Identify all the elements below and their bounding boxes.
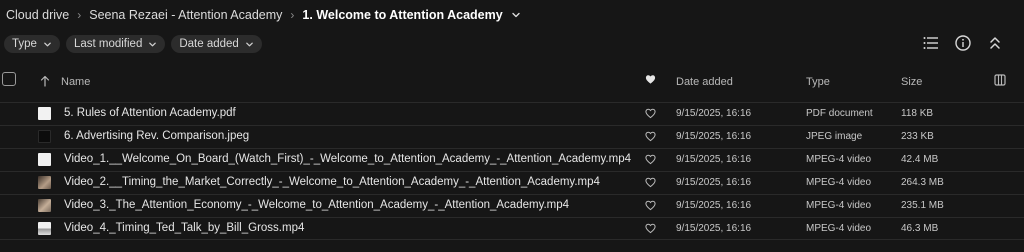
file-name: Video_2.__Timing_the_Market_Correctly_-_… [64,176,600,188]
column-header-name[interactable]: Name [61,76,90,88]
chevron-down-icon [149,42,157,46]
table-row[interactable]: Video_2.__Timing_the_Market_Correctly_-_… [0,171,1024,194]
file-size: 118 KB [901,108,934,119]
columns-settings-icon[interactable] [994,74,1006,89]
file-list: 5. Rules of Attention Academy.pdf 9/15/2… [0,102,1024,240]
table-row[interactable]: Video_3._The_Attention_Economy_-_Welcome… [0,194,1024,217]
filter-last-modified-button[interactable]: Last modified [65,35,166,53]
file-type: JPEG image [806,131,863,142]
file-type: MPEG-4 video [806,223,872,234]
file-name: 5. Rules of Attention Academy.pdf [64,107,236,119]
heart-outline-icon[interactable] [645,131,656,145]
file-size: 46.3 MB [901,223,939,234]
video-thumbnail [38,222,51,235]
heart-outline-icon[interactable] [645,154,656,168]
breadcrumb-folder[interactable]: Seena Rezaei - Attention Academy [89,8,282,22]
file-date-added: 9/15/2025, 16:16 [676,223,752,234]
file-name: Video_3._The_Attention_Economy_-_Welcome… [64,199,570,211]
filter-bar: Type Last modified Date added [4,35,262,53]
heart-outline-icon[interactable] [645,108,656,122]
chevron-down-icon [44,42,51,46]
file-name: Video_4._Timing_Ted_Talk_by_Bill_Gross.m… [64,222,305,234]
file-size: 42.4 MB [901,154,939,165]
heart-outline-icon[interactable] [645,223,656,237]
chevron-right-icon: › [290,8,295,22]
chevron-down-icon [245,42,253,46]
file-date-added: 9/15/2025, 16:16 [676,108,752,119]
breadcrumb-current-folder[interactable]: 1. Welcome to Attention Academy [302,8,502,22]
list-view-icon[interactable] [922,34,940,52]
table-row[interactable]: 5. Rules of Attention Academy.pdf 9/15/2… [0,102,1024,125]
breadcrumb-cloud-drive[interactable]: Cloud drive [6,8,69,22]
file-date-added: 9/15/2025, 16:16 [676,154,752,165]
file-date-added: 9/15/2025, 16:16 [676,131,752,142]
select-all-checkbox[interactable] [2,72,16,86]
file-name: Video_1.__Welcome_On_Board_(Watch_First)… [64,153,631,165]
image-thumbnail [38,130,51,143]
view-toolbar [922,34,1004,52]
filter-last-modified-label: Last modified [73,38,143,50]
table-header: Name Date added Type Size [0,71,1024,93]
filter-type-button[interactable]: Type [4,35,60,53]
collapse-icon[interactable] [986,34,1004,52]
table-row[interactable]: Video_4._Timing_Ted_Talk_by_Bill_Gross.m… [0,217,1024,240]
video-thumbnail [38,176,51,189]
pdf-thumbnail [38,107,51,120]
favorite-column-icon[interactable] [645,74,656,88]
table-row[interactable]: Video_1.__Welcome_On_Board_(Watch_First)… [0,148,1024,171]
filter-date-added-label: Date added [179,38,239,50]
chevron-right-icon: › [77,8,82,22]
table-row[interactable]: 6. Advertising Rev. Comparison.jpeg 9/15… [0,125,1024,148]
breadcrumb: Cloud drive › Seena Rezaei - Attention A… [6,6,521,24]
heart-outline-icon[interactable] [645,177,656,191]
file-date-added: 9/15/2025, 16:16 [676,177,752,188]
column-header-date-added[interactable]: Date added [676,76,733,88]
file-type: MPEG-4 video [806,154,872,165]
file-size: 264.3 MB [901,177,944,188]
video-thumbnail [38,199,51,212]
file-date-added: 9/15/2025, 16:16 [676,200,752,211]
file-name: 6. Advertising Rev. Comparison.jpeg [64,130,250,142]
file-type: MPEG-4 video [806,177,872,188]
file-size: 233 KB [901,131,934,142]
file-size: 235.1 MB [901,200,944,211]
file-type: MPEG-4 video [806,200,872,211]
filter-date-added-button[interactable]: Date added [171,35,262,53]
sort-ascending-icon[interactable] [40,75,50,90]
info-icon[interactable] [954,34,972,52]
video-thumbnail [38,153,51,166]
column-header-type[interactable]: Type [806,76,830,88]
chevron-down-icon[interactable] [511,10,521,20]
filter-type-label: Type [12,38,37,50]
file-type: PDF document [806,108,873,119]
heart-outline-icon[interactable] [645,200,656,214]
column-header-size[interactable]: Size [901,76,922,88]
